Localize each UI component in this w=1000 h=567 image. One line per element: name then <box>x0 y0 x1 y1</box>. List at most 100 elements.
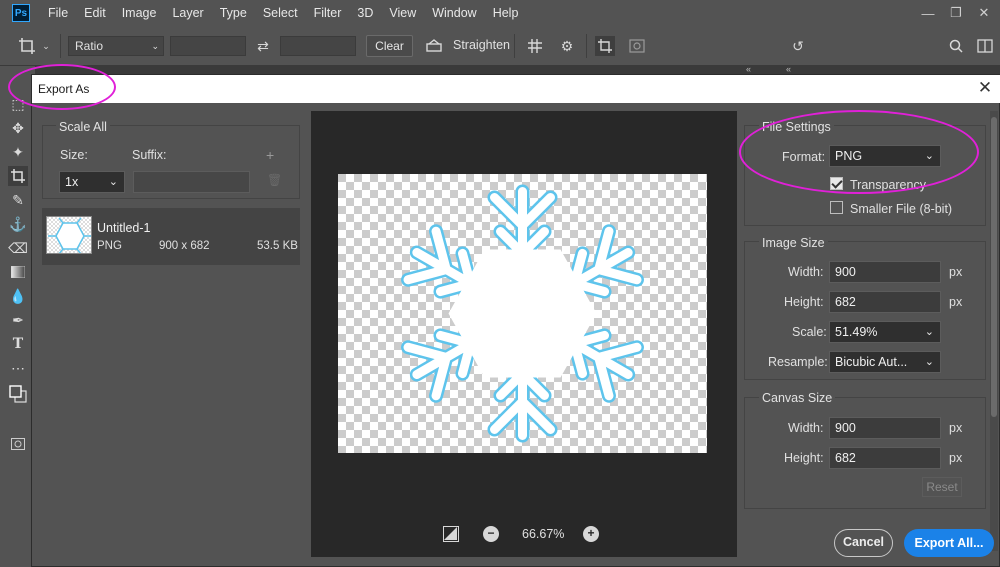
crop-tool-icon[interactable] <box>16 36 38 56</box>
file-settings-title: File Settings <box>759 120 834 134</box>
trash-icon[interactable]: 🗑 <box>267 173 282 187</box>
marquee-tool-icon[interactable]: ⬚ <box>8 94 28 114</box>
collapse-arrows-icon[interactable]: « <box>746 64 751 74</box>
grid-overlay-icon[interactable] <box>525 36 545 56</box>
chevron-down-icon: ⌄ <box>924 326 934 338</box>
search-icon[interactable] <box>946 36 966 56</box>
menu-filter[interactable]: Filter <box>306 0 350 26</box>
image-height-input[interactable]: 682 <box>829 291 941 313</box>
ratio-width-input[interactable] <box>170 36 246 56</box>
eraser-tool-icon[interactable]: ⌫ <box>8 238 28 258</box>
gear-icon[interactable]: ⚙ <box>557 36 577 56</box>
close-icon[interactable]: ✕ <box>975 78 995 98</box>
cancel-button[interactable]: Cancel <box>834 529 893 557</box>
image-width-input[interactable]: 900 <box>829 261 941 283</box>
toggle-preview-icon[interactable] <box>443 526 459 542</box>
collapse-arrows-icon[interactable]: « <box>786 64 791 74</box>
asset-filesize: 53.5 KB <box>257 240 298 252</box>
size-select-value: 1x <box>65 175 79 189</box>
menu-help[interactable]: Help <box>485 0 527 26</box>
gradient-tool-icon[interactable] <box>8 262 28 282</box>
quick-mask-icon[interactable] <box>8 434 28 454</box>
asset-thumbnail <box>46 216 92 254</box>
reset-button[interactable]: Reset <box>922 477 962 497</box>
restore-icon[interactable]: ❐ <box>944 0 968 26</box>
menu-view[interactable]: View <box>381 0 424 26</box>
resample-select[interactable]: Bicubic Aut... ⌄ <box>829 351 941 373</box>
menu-image[interactable]: Image <box>114 0 165 26</box>
zoom-level: 66.67% <box>522 527 565 541</box>
format-label: Format: <box>782 150 826 164</box>
image-width-unit: px <box>949 265 963 279</box>
menu-select[interactable]: Select <box>255 0 306 26</box>
scrollbar-thumb[interactable] <box>991 117 997 417</box>
type-tool-icon[interactable]: T <box>8 334 28 354</box>
straighten-icon[interactable] <box>424 36 444 56</box>
panel-dock-strip: « « <box>36 64 1000 74</box>
scale-select[interactable]: 51.49% ⌄ <box>829 321 941 343</box>
format-select-value: PNG <box>835 149 863 163</box>
minimize-icon[interactable]: — <box>916 0 940 26</box>
crop-tool-icon[interactable] <box>8 166 28 186</box>
transparency-label: Transparency <box>850 178 926 192</box>
size-label: Size: <box>60 148 88 162</box>
color-swatches-icon[interactable] <box>8 384 28 404</box>
chevron-down-icon: ⌄ <box>151 41 159 51</box>
chevron-down-icon: ⌄ <box>924 150 934 162</box>
window-close-icon[interactable]: ✕ <box>972 0 996 26</box>
smaller-file-checkbox[interactable] <box>830 201 843 214</box>
straighten-label[interactable]: Straighten <box>453 38 510 52</box>
zoom-out-icon[interactable]: − <box>483 526 499 542</box>
delete-cropped-pixels-icon[interactable] <box>595 36 615 56</box>
menu-edit[interactable]: Edit <box>76 0 114 26</box>
size-select[interactable]: 1x ⌄ <box>59 171 125 193</box>
asset-dimensions: 900 x 682 <box>159 240 210 252</box>
add-scale-icon[interactable]: + <box>266 147 274 163</box>
transparency-checkbox[interactable] <box>830 177 843 190</box>
workspace-icon[interactable] <box>975 36 995 56</box>
settings-scrollbar[interactable] <box>990 111 998 551</box>
more-tools-icon[interactable]: ⋯ <box>8 358 28 378</box>
clear-button[interactable]: Clear <box>366 35 413 57</box>
suffix-label: Suffix: <box>132 148 167 162</box>
ratio-select[interactable]: Ratio ⌄ <box>68 36 164 56</box>
dialog-title-bar: Export As ✕ <box>32 75 1000 103</box>
menu-window[interactable]: Window <box>424 0 484 26</box>
canvas-height-input[interactable]: 682 <box>829 447 941 469</box>
suffix-input[interactable] <box>133 171 250 193</box>
reset-rotate-icon[interactable]: ↺ <box>788 36 808 56</box>
scale-all-title: Scale All <box>56 120 110 134</box>
preview-canvas[interactable] <box>338 174 707 453</box>
blur-tool-icon[interactable]: 💧 <box>8 286 28 306</box>
stamp-tool-icon[interactable]: ⚓ <box>8 214 28 234</box>
brush-tool-icon[interactable]: ✎ <box>8 190 28 210</box>
magic-wand-tool-icon[interactable]: ✦ <box>8 142 28 162</box>
asset-format: PNG <box>97 240 122 252</box>
menu-file[interactable]: File <box>40 0 76 26</box>
image-size-title: Image Size <box>759 236 828 250</box>
image-width-label: Width: <box>788 265 824 279</box>
menu-bar: Ps File Edit Image Layer Type Select Fil… <box>0 0 1000 26</box>
zoom-in-icon[interactable]: + <box>583 526 599 542</box>
export-all-button[interactable]: Export All... <box>904 529 994 557</box>
scale-label: Scale: <box>792 325 827 339</box>
canvas-width-label: Width: <box>788 421 824 435</box>
image-height-unit: px <box>949 295 963 309</box>
menu-3d[interactable]: 3D <box>349 0 381 26</box>
chevron-down-icon[interactable]: ⌄ <box>40 36 52 56</box>
dialog-title: Export As <box>38 82 90 96</box>
move-tool-icon[interactable]: ✥ <box>8 118 28 138</box>
image-height-label: Height: <box>784 295 824 309</box>
swap-icon[interactable]: ⇄ <box>253 36 273 56</box>
content-aware-icon[interactable] <box>627 36 647 56</box>
canvas-height-label: Height: <box>784 451 824 465</box>
photoshop-logo-icon: Ps <box>12 4 30 22</box>
canvas-width-input[interactable]: 900 <box>829 417 941 439</box>
menu-layer[interactable]: Layer <box>164 0 211 26</box>
ratio-height-input[interactable] <box>280 36 356 56</box>
canvas-width-unit: px <box>949 421 963 435</box>
asset-row[interactable]: Untitled-1 PNG 900 x 682 53.5 KB <box>42 208 300 265</box>
menu-type[interactable]: Type <box>212 0 255 26</box>
format-select[interactable]: PNG ⌄ <box>829 145 941 167</box>
pen-tool-icon[interactable]: ✒ <box>8 310 28 330</box>
